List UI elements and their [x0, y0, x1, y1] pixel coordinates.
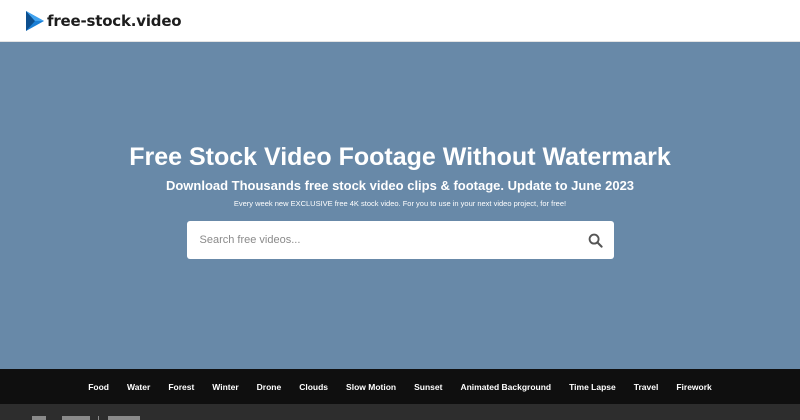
play-arrow-logo-icon — [26, 10, 44, 31]
category-link-drone[interactable]: Drone — [248, 382, 291, 392]
cut-off-content — [98, 416, 99, 420]
hero-section: Free Stock Video Footage Without Waterma… — [0, 42, 800, 369]
category-link-water[interactable]: Water — [118, 382, 159, 392]
hero-note: Every week new EXCLUSIVE free 4K stock v… — [233, 199, 567, 208]
category-link-travel[interactable]: Travel — [625, 382, 668, 392]
category-link-clouds[interactable]: Clouds — [290, 382, 337, 392]
cut-off-content — [62, 416, 90, 420]
category-link-winter[interactable]: Winter — [203, 382, 247, 392]
category-link-food[interactable]: Food — [79, 382, 118, 392]
search-form — [186, 221, 614, 259]
category-link-time-lapse[interactable]: Time Lapse — [560, 382, 625, 392]
search-input[interactable] — [186, 221, 578, 259]
category-link-slow-motion[interactable]: Slow Motion — [337, 382, 405, 392]
site-logo[interactable]: free-stock.video — [25, 10, 182, 32]
hero-title: Free Stock Video Footage Without Waterma… — [129, 143, 671, 171]
search-button[interactable] — [578, 221, 614, 259]
category-nav: Food Water Forest Winter Drone Clouds Sl… — [0, 369, 800, 404]
search-icon — [588, 233, 603, 248]
category-link-sunset[interactable]: Sunset — [405, 382, 451, 392]
site-header: free-stock.video — [0, 0, 800, 42]
hero-subtitle: Download Thousands free stock video clip… — [165, 178, 635, 193]
category-link-animated-background[interactable]: Animated Background — [451, 382, 560, 392]
category-link-firework[interactable]: Firework — [667, 382, 720, 392]
below-fold-strip — [0, 404, 800, 420]
logo-text: free-stock.video — [47, 11, 182, 30]
cut-off-content — [108, 416, 140, 420]
cut-off-content — [32, 416, 46, 420]
category-link-forest[interactable]: Forest — [159, 382, 203, 392]
